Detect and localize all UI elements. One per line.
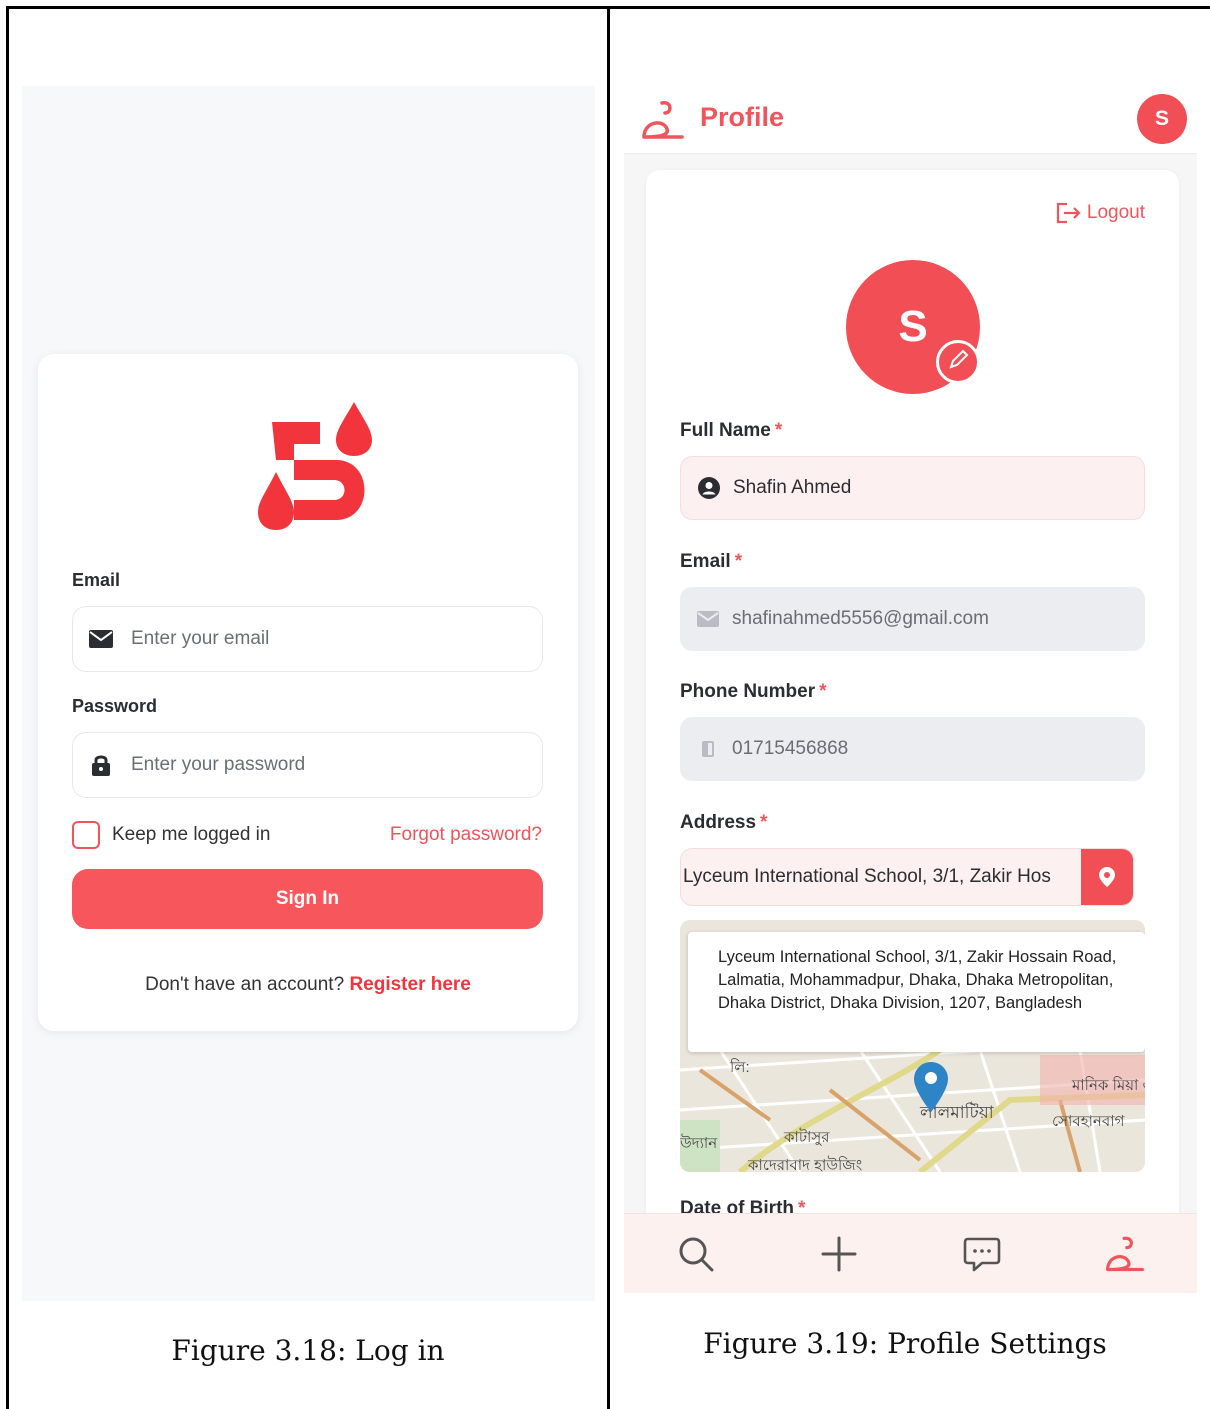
register-row: Don't have an account? Register here [38, 974, 578, 996]
envelope-icon [89, 627, 113, 651]
required-marker: * [819, 681, 827, 702]
lock-icon [89, 753, 113, 777]
sign-in-button[interactable]: Sign In [72, 869, 543, 929]
map-address-popup: Lyceum International School, 3/1, Zakir … [688, 932, 1145, 1052]
map-label: মানিক মিয়া এ [1072, 1077, 1145, 1094]
map-marker-icon [914, 1062, 948, 1117]
phone-value: 01715456868 [732, 738, 849, 759]
plus-icon [821, 1236, 857, 1271]
address-map[interactable]: লালমাটিয়া কাটাসুর কাদেরাবাদ হাউজিং সোবহ… [680, 920, 1145, 1172]
phone-icon [696, 737, 720, 761]
forgot-password-link[interactable]: Forgot password? [390, 824, 542, 846]
profile-icon [1106, 1236, 1145, 1271]
logout-icon [1055, 202, 1081, 224]
email-field-profile: shafinahmed5556@gmail.com [680, 587, 1145, 651]
full-name-label-text: Full Name [680, 420, 771, 441]
email-field[interactable] [72, 606, 543, 672]
map-label: কাদেরাবাদ হাউজিং [748, 1157, 863, 1172]
logout-label[interactable]: Logout [1087, 202, 1145, 224]
logout-button[interactable]: Logout [1055, 202, 1145, 224]
nav-add[interactable] [815, 1230, 863, 1278]
profile-caption: Figure 3.19: Profile Settings [703, 1327, 1107, 1360]
user-circle-icon [697, 476, 721, 500]
profile-screen: Profile S Logout S Full Name * Shafin Ahm… [624, 80, 1197, 1293]
email-label: Email [72, 570, 121, 590]
full-name-label: Full Name * [680, 420, 782, 442]
email-value: shafinahmed5556@gmail.com [732, 608, 989, 629]
password-field[interactable] [72, 732, 543, 798]
profile-icon [640, 97, 686, 143]
frame-left-border [6, 6, 9, 1409]
full-name-value[interactable]: Shafin Ahmed [733, 477, 851, 499]
header-avatar[interactable]: S [1137, 94, 1187, 144]
required-marker: * [774, 420, 783, 441]
nav-profile[interactable] [1101, 1230, 1149, 1278]
page-title: Profile [700, 102, 785, 132]
nav-chat[interactable] [958, 1230, 1006, 1278]
frame-middle-border [607, 6, 610, 1409]
password-input[interactable] [131, 754, 491, 776]
app-logo [224, 394, 394, 544]
login-caption: Figure 3.18: Log in [171, 1334, 445, 1367]
email-label-text: Email [680, 551, 731, 572]
address-label-text: Address [680, 812, 757, 833]
pencil-icon [947, 349, 969, 376]
envelope-icon [696, 607, 720, 631]
full-name-field[interactable]: Shafin Ahmed [680, 456, 1145, 520]
location-pin-button[interactable] [1081, 849, 1133, 905]
address-label: Address * [680, 812, 767, 834]
profile-card: Logout S Full Name * Shafin Ahmed Email * … [646, 170, 1179, 1293]
edit-avatar-button[interactable] [936, 340, 980, 384]
email-input[interactable] [131, 628, 491, 650]
bottom-nav [624, 1213, 1197, 1293]
location-pin-icon [1099, 867, 1115, 887]
keep-logged-in-checkbox[interactable] [72, 821, 100, 849]
phone-label: Phone Number * [680, 681, 827, 703]
keep-logged-in-row: Keep me logged in [72, 821, 270, 849]
required-marker: * [734, 551, 743, 572]
password-label: Password [72, 696, 158, 716]
map-label: কাটাসুর [784, 1129, 830, 1146]
map-label: উদ্যান [680, 1135, 718, 1152]
map-label: লি: [730, 1059, 750, 1076]
map-label: সোবহানবাগ [1052, 1113, 1125, 1130]
search-icon [679, 1237, 714, 1271]
email-label-profile: Email * [680, 551, 742, 573]
login-card: Email Password Keep me logged in Forgot … [38, 354, 578, 1031]
chat-icon [963, 1237, 1001, 1271]
keep-logged-in-label[interactable]: Keep me logged in [112, 824, 270, 846]
phone-label-text: Phone Number [680, 681, 816, 702]
address-value[interactable]: Lyceum International School, 3/1, Zakir … [681, 866, 1081, 888]
no-account-text: Don't have an account? [145, 974, 345, 995]
address-field[interactable]: Lyceum International School, 3/1, Zakir … [680, 848, 1134, 906]
required-marker: * [760, 812, 768, 833]
register-link[interactable]: Register here [349, 974, 470, 995]
nav-search[interactable] [672, 1230, 720, 1278]
profile-header: Profile S [624, 80, 1197, 154]
login-screen: Email Password Keep me logged in Forgot … [22, 86, 595, 1301]
phone-field: 01715456868 [680, 717, 1145, 781]
